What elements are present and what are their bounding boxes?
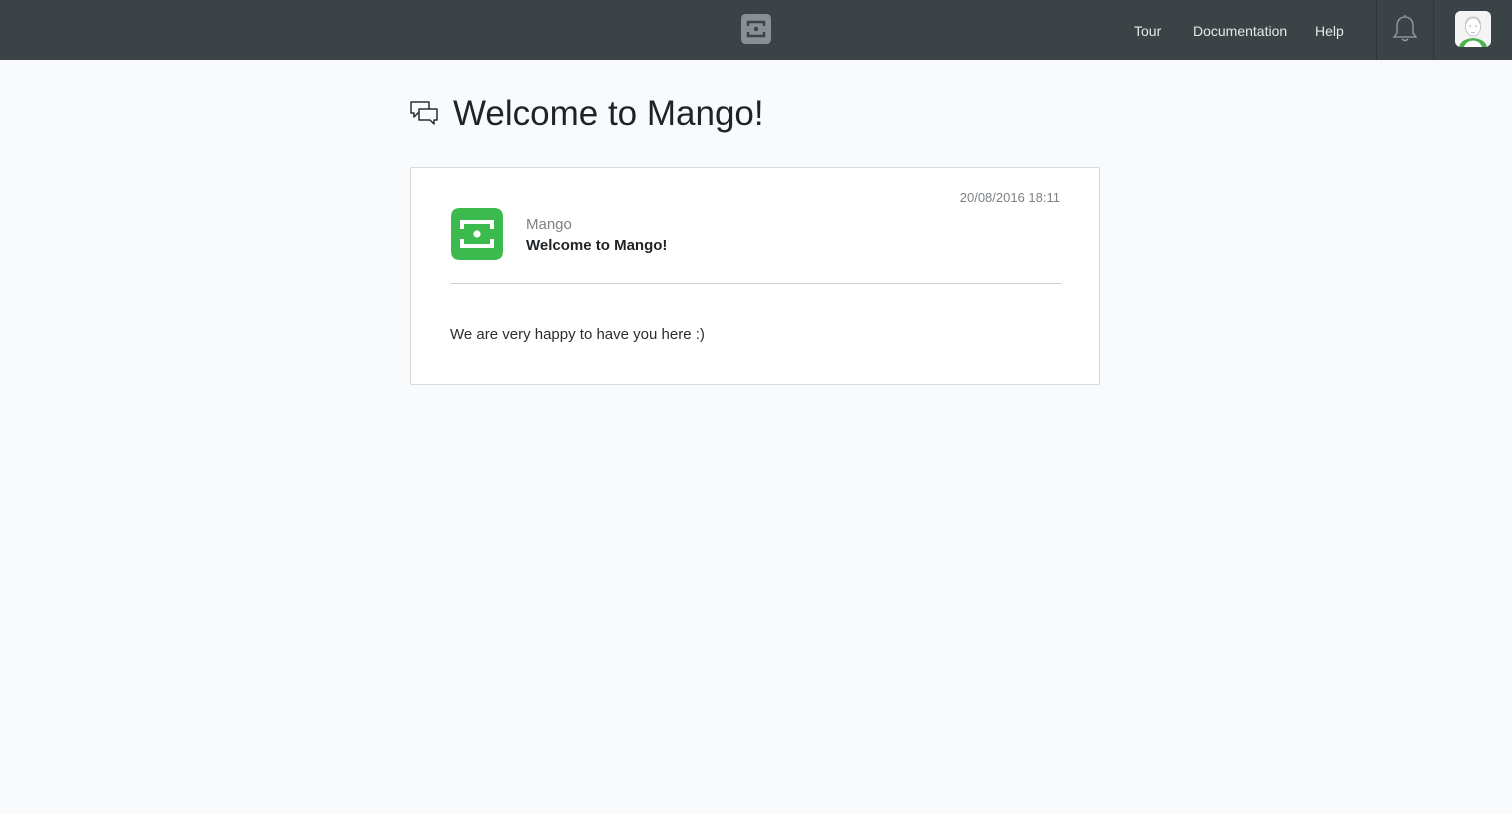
top-navigation-bar: Tour Documentation Help <box>0 0 1512 60</box>
nav-link-help[interactable]: Help <box>1315 22 1344 40</box>
chat-bubbles-icon <box>409 100 439 128</box>
message-body: We are very happy to have you here :) <box>450 326 705 343</box>
sender-name: Mango <box>526 216 572 233</box>
nav-link-documentation[interactable]: Documentation <box>1193 22 1287 40</box>
nav-link-tour[interactable]: Tour <box>1134 22 1161 40</box>
divider <box>450 283 1062 284</box>
user-avatar-icon[interactable] <box>1455 11 1491 47</box>
message-timestamp: 20/08/2016 18:11 <box>959 190 1060 205</box>
message-subject: Welcome to Mango! <box>526 237 668 254</box>
nav-divider <box>1376 0 1377 60</box>
message-card: 20/08/2016 18:11 Mango Welcome to Mango!… <box>410 167 1100 385</box>
mango-logo-icon <box>450 207 504 261</box>
bell-icon[interactable] <box>1391 14 1419 44</box>
page-title: Welcome to Mango! <box>453 94 764 133</box>
nav-divider <box>1433 0 1434 60</box>
mango-logo-icon[interactable] <box>740 13 772 45</box>
